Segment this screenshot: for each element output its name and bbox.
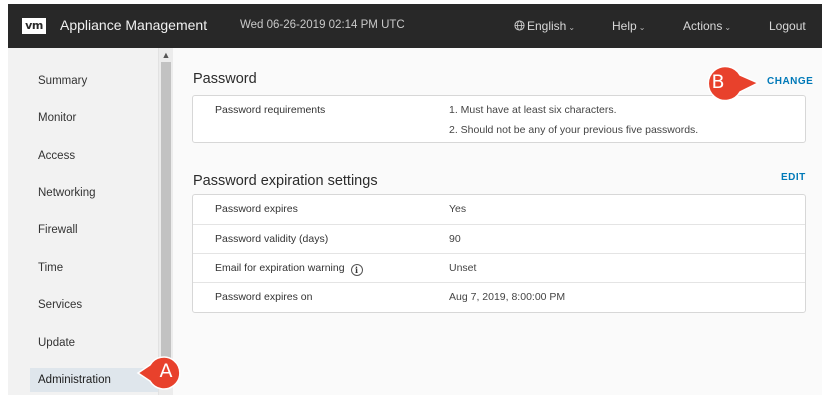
sidebar-scrollbar[interactable]: ▲ (158, 48, 173, 395)
password-section-title: Password (193, 71, 257, 87)
row-value: 90 (449, 233, 461, 245)
row-value: Yes (449, 203, 467, 215)
row-label: Email for expiration warning (215, 262, 345, 274)
sidebar-item-summary[interactable]: Summary (8, 69, 158, 93)
sidebar-item-monitor[interactable]: Monitor (8, 106, 158, 130)
expiration-settings-card: Password expires Yes Password validity (… (192, 194, 806, 313)
actions-menu[interactable]: Actions ⌄ (683, 19, 731, 33)
help-menu[interactable]: Help ⌄ (612, 19, 645, 33)
sidebar-item-access[interactable]: Access (8, 144, 158, 168)
info-icon[interactable]: i (350, 264, 363, 276)
row-label: Password expires (215, 203, 298, 215)
table-row: Password expires on Aug 7, 2019, 8:00:00… (193, 282, 805, 311)
sidebar-item-update[interactable]: Update (8, 331, 158, 355)
sidebar-item-networking[interactable]: Networking (8, 181, 158, 205)
datetime-display: Wed 06-26-2019 02:14 PM UTC (240, 19, 405, 31)
callout-a-letter: A (159, 360, 173, 382)
change-password-link[interactable]: CHANGE (767, 76, 813, 87)
row-value: Aug 7, 2019, 8:00:00 PM (449, 291, 566, 303)
globe-icon (514, 20, 525, 31)
app-title: Appliance Management (60, 17, 208, 33)
language-menu[interactable]: English ⌄ (514, 19, 575, 33)
actions-label: Actions (683, 19, 723, 33)
row-label: Password expires on (215, 291, 313, 303)
sidebar-item-firewall[interactable]: Firewall (8, 218, 158, 242)
scroll-up-arrow-icon[interactable]: ▲ (159, 50, 173, 60)
callout-b-letter: B (711, 71, 725, 93)
row-value: Unset (449, 262, 477, 274)
vm-logo: vm (22, 18, 46, 34)
sidebar-item-time[interactable]: Time (8, 256, 158, 280)
chevron-down-icon: ⌄ (568, 23, 576, 32)
table-row: Password expires Yes (193, 195, 805, 224)
callout-a: A (136, 355, 188, 391)
logout-link[interactable]: Logout (769, 19, 806, 33)
expiration-section-title: Password expiration settings (193, 173, 378, 189)
requirement-item: 2. Should not be any of your previous fi… (449, 124, 699, 136)
password-requirements-label: Password requirements (215, 104, 326, 116)
table-row: Email for expiration warning i Unset (193, 253, 805, 282)
chevron-down-icon: ⌄ (638, 23, 646, 32)
sidebar-nav: Summary Monitor Access Networking Firewa… (8, 48, 158, 395)
language-label: English (527, 19, 567, 33)
callout-b: B (698, 65, 760, 105)
appliance-window: vm Appliance Management Wed 06-26-2019 0… (8, 4, 822, 395)
row-label: Password validity (days) (215, 233, 329, 245)
scrollbar-thumb[interactable] (161, 62, 171, 387)
requirement-item: 1. Must have at least six characters. (449, 104, 617, 116)
chevron-down-icon: ⌄ (724, 23, 732, 32)
help-label: Help (612, 19, 637, 33)
table-row: Password validity (days) 90 (193, 224, 805, 253)
edit-expiration-link[interactable]: EDIT (781, 172, 806, 183)
row-label-with-info: Email for expiration warning i (215, 262, 363, 276)
top-header: vm Appliance Management Wed 06-26-2019 0… (8, 4, 822, 48)
sidebar-item-services[interactable]: Services (8, 293, 158, 317)
